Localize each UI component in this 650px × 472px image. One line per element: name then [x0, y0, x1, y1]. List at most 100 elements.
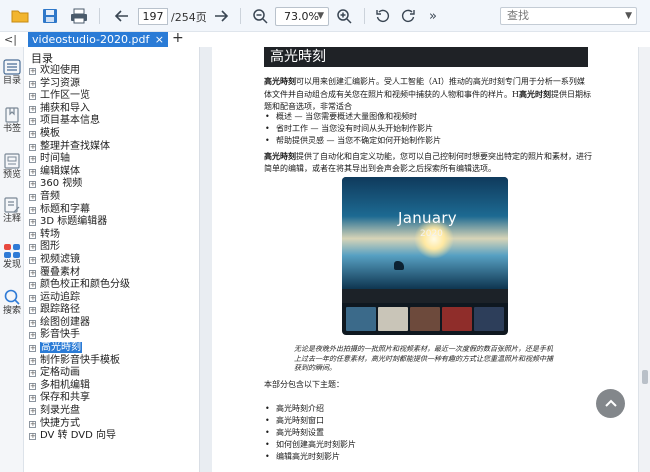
- expand-icon[interactable]: +: [29, 105, 36, 113]
- toc-item[interactable]: + 制作影音快手模板: [28, 355, 198, 368]
- tab-document[interactable]: videostudio-2020.pdf ×: [28, 32, 168, 47]
- expand-icon[interactable]: +: [29, 269, 36, 277]
- zoom-in-icon[interactable]: [334, 6, 354, 26]
- rotate-left-icon[interactable]: [373, 6, 393, 26]
- toc-item[interactable]: + 颜色校正和颜色分级: [28, 279, 198, 292]
- zoom-out-icon[interactable]: [250, 6, 270, 26]
- rail-item-preview[interactable]: 预览: [0, 153, 24, 181]
- rail-label: 发现: [2, 260, 21, 270]
- expand-icon[interactable]: +: [29, 168, 36, 176]
- zoom-select[interactable]: 73.0% ▼: [275, 7, 329, 26]
- rail-item-toc[interactable]: 目录: [0, 59, 24, 87]
- toc-item[interactable]: + 音频: [28, 191, 198, 204]
- expand-icon[interactable]: +: [29, 93, 36, 101]
- expand-icon[interactable]: +: [29, 395, 36, 403]
- toc-item[interactable]: + 时间轴: [28, 153, 198, 166]
- expand-icon[interactable]: +: [29, 420, 36, 428]
- toc-item[interactable]: +360 视频: [28, 178, 198, 191]
- toc-item[interactable]: + 保存和共享: [28, 392, 198, 405]
- expand-icon[interactable]: +: [29, 206, 36, 214]
- document-page: 高光時刻 高光時刻可以用来创建汇编影片。受人工智能（AI）推动的高光时刻专门用于…: [212, 47, 638, 472]
- close-icon[interactable]: ×: [155, 32, 164, 47]
- toc-item[interactable]: + 覆叠素材: [28, 267, 198, 280]
- video-subtitle-text: 2020: [420, 229, 443, 239]
- expand-icon[interactable]: +: [29, 219, 36, 227]
- print-icon[interactable]: [69, 6, 89, 26]
- rail-item-search[interactable]: 搜索: [0, 289, 24, 317]
- expand-icon[interactable]: +: [29, 256, 36, 264]
- expand-icon[interactable]: +: [29, 181, 36, 189]
- expand-icon[interactable]: +: [29, 80, 36, 88]
- expand-icon[interactable]: +: [29, 156, 36, 164]
- thumbnail: [474, 307, 504, 331]
- scroll-to-top-button[interactable]: [596, 389, 625, 418]
- expand-icon[interactable]: +: [29, 382, 36, 390]
- toc-item[interactable]: + 欢迎使用: [28, 65, 198, 78]
- toc-item[interactable]: + 学习资源: [28, 78, 198, 91]
- expand-icon[interactable]: +: [29, 282, 36, 290]
- expand-icon[interactable]: +: [29, 332, 36, 340]
- toc-item[interactable]: + 转场: [28, 229, 198, 242]
- expand-icon[interactable]: +: [29, 433, 36, 441]
- toc-item[interactable]: + 模板: [28, 128, 198, 141]
- intro-bold-term-2: 高光时刻: [518, 89, 551, 99]
- expand-icon[interactable]: +: [29, 244, 36, 252]
- expand-icon[interactable]: +: [29, 193, 36, 201]
- toc-item[interactable]: + 影音快手: [28, 329, 198, 342]
- expand-icon[interactable]: +: [29, 307, 36, 315]
- more-icon[interactable]: »: [423, 6, 443, 26]
- expand-icon[interactable]: +: [29, 370, 36, 378]
- toggle-sidebar-icon[interactable]: <|: [4, 32, 17, 47]
- search-input[interactable]: 查找 ▼: [500, 7, 637, 25]
- toc-item[interactable]: + 标题和字幕: [28, 204, 198, 217]
- expand-icon[interactable]: +: [29, 357, 36, 365]
- toc-item[interactable]: + 编辑媒体: [28, 166, 198, 179]
- expand-icon[interactable]: +: [29, 130, 36, 138]
- para2-text: 提供了自动化和自定义功能，您可以自己控制何时想要突出特定的照片和素材，进行简单的…: [264, 152, 592, 173]
- rail-item-bookmark[interactable]: 书签: [0, 107, 24, 135]
- back-arrow-icon[interactable]: [112, 6, 132, 26]
- intro-paragraph: 高光時刻可以用来创建汇编影片。受人工智能（AI）推动的高光时刻专门用于分析一系列…: [264, 75, 592, 113]
- expand-icon[interactable]: +: [29, 294, 36, 302]
- forward-arrow-icon[interactable]: [211, 6, 231, 26]
- toc-item[interactable]: + 项目基本信息: [28, 115, 198, 128]
- toc-item-label: 覆叠素材: [40, 266, 80, 278]
- save-icon[interactable]: [40, 6, 60, 26]
- scrollbar-thumb[interactable]: [642, 370, 648, 384]
- toc-item[interactable]: + 整理并查找媒体: [28, 141, 198, 154]
- toc-item[interactable]: + 多相机编辑: [28, 380, 198, 393]
- page-number-input[interactable]: 197: [138, 8, 168, 25]
- toc-item[interactable]: +3D 标题编辑器: [28, 216, 198, 229]
- toc-item-label: 颜色校正和颜色分级: [40, 279, 130, 291]
- list-item: 如何创建高光时刻影片: [264, 439, 592, 451]
- toc-item[interactable]: + 绘图创建器: [28, 317, 198, 330]
- rail-item-annotation[interactable]: 注释: [0, 197, 24, 225]
- rail-item-discover[interactable]: 发现: [0, 243, 24, 271]
- expand-icon[interactable]: +: [29, 408, 36, 416]
- expand-icon[interactable]: +: [29, 231, 36, 239]
- add-tab-button[interactable]: +: [172, 30, 184, 46]
- toc-item[interactable]: + 捕获和导入: [28, 103, 198, 116]
- toc-item[interactable]: + 定格动画: [28, 367, 198, 380]
- toc-item-label: 360 视频: [40, 178, 83, 190]
- toc-item[interactable]: + 图形: [28, 241, 198, 254]
- document-scrollbar[interactable]: [638, 47, 650, 472]
- toc-item[interactable]: + 高光時刻: [28, 342, 198, 355]
- intro-bold-term: 高光時刻: [264, 76, 296, 86]
- expand-icon[interactable]: +: [29, 319, 36, 327]
- expand-icon[interactable]: +: [29, 68, 36, 75]
- toc-item[interactable]: + DV 转 DVD 向导: [28, 430, 198, 443]
- toc-item-label: 制作影音快手模板: [40, 354, 120, 366]
- expand-icon[interactable]: +: [29, 143, 36, 151]
- expand-icon[interactable]: +: [29, 118, 36, 126]
- toc-item[interactable]: + 视频滤镜: [28, 254, 198, 267]
- expand-icon[interactable]: +: [29, 345, 36, 353]
- folder-icon[interactable]: [10, 6, 30, 26]
- toc-item[interactable]: + 刻录光盘: [28, 405, 198, 418]
- toc-item[interactable]: + 工作区一览: [28, 90, 198, 103]
- toc-item[interactable]: + 跟踪路径: [28, 304, 198, 317]
- toc-item[interactable]: + 快捷方式: [28, 418, 198, 431]
- toc-item[interactable]: + 运动追踪: [28, 292, 198, 305]
- panel-scrollbar[interactable]: [200, 47, 212, 472]
- rotate-right-icon[interactable]: [398, 6, 418, 26]
